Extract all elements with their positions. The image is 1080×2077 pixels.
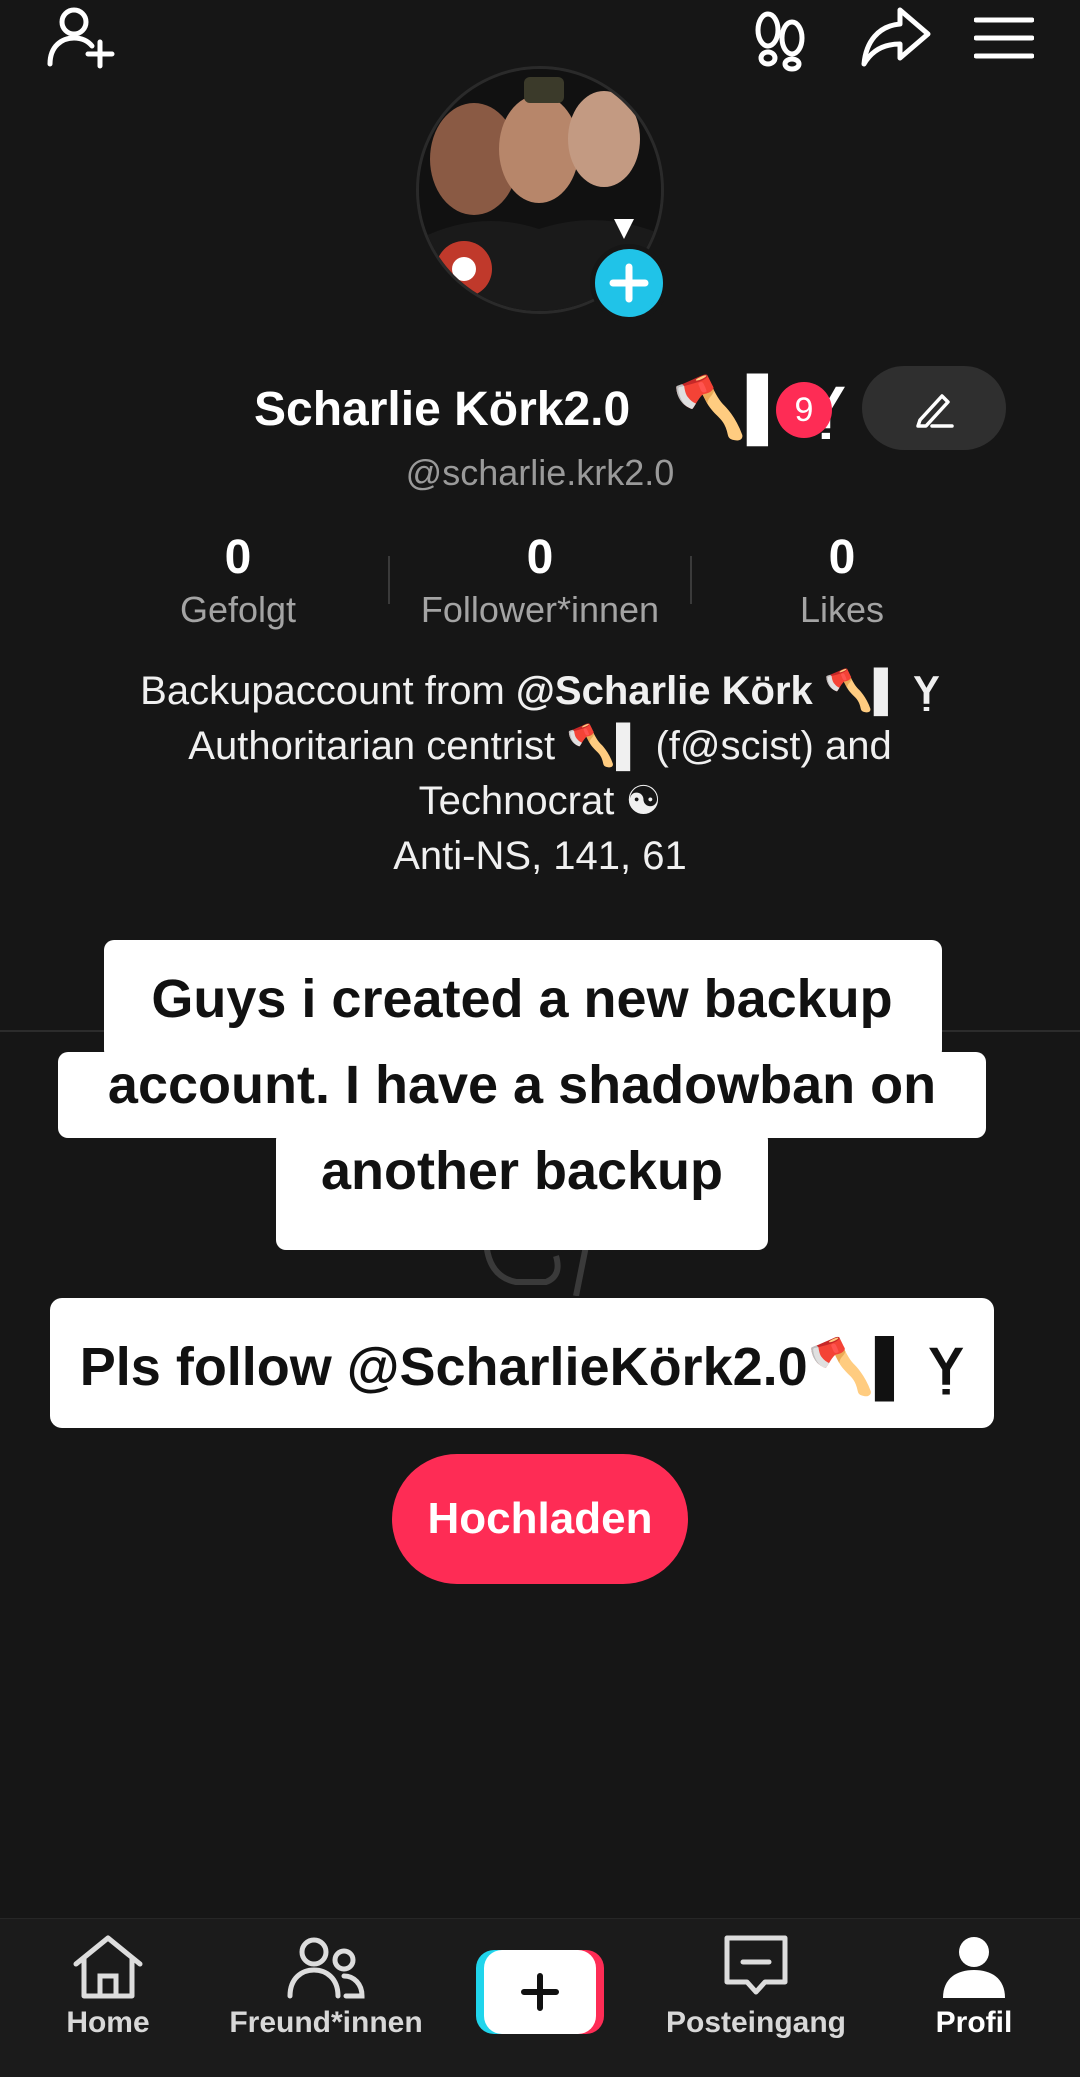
bio-mention[interactable]: @Scharlie Körk 🪓▌ Ỵ: [516, 669, 940, 713]
nav-inbox[interactable]: Posteingang: [640, 1934, 872, 2040]
pencil-icon: [916, 394, 954, 428]
edit-profile-button[interactable]: [862, 366, 1006, 450]
bio-line: Backupaccount from @Scharlie Körk 🪓▌ Ỵ: [90, 664, 990, 719]
nav-label: Posteingang: [665, 2006, 846, 2039]
share-icon: [861, 7, 931, 67]
stat-following[interactable]: 0 Gefolgt: [118, 530, 358, 634]
inbox-message-icon: [724, 1935, 788, 1995]
bio-text: Backupaccount from: [140, 669, 516, 713]
bio-line: Technocrat ☯: [418, 779, 662, 823]
nav-friends[interactable]: Freund*innen: [206, 1934, 446, 2040]
stat-divider: [690, 556, 692, 604]
upload-button[interactable]: Hochladen: [392, 1454, 688, 1584]
create-button-face: [484, 1950, 596, 2034]
plus-icon: [609, 263, 649, 303]
friends-icon: [287, 1937, 365, 1999]
stat-label: Gefolgt: [179, 589, 297, 630]
add-friend-button[interactable]: [40, 0, 120, 72]
stat-label: Follower*innen: [420, 589, 660, 630]
display-name: Scharlie Körk2.0: [254, 383, 631, 436]
menu-button[interactable]: [968, 8, 1040, 68]
stat-label: Likes: [799, 589, 885, 630]
stat-likes[interactable]: 0 Likes: [722, 530, 962, 634]
add-photo-button[interactable]: [590, 244, 668, 322]
profile-bio: Backupaccount from @Scharlie Körk 🪓▌ Ỵ A…: [90, 664, 990, 884]
footprint-icon: [755, 11, 805, 72]
username: @scharlie.krk2.0: [405, 452, 675, 493]
caption-line: another backup: [320, 1141, 724, 1201]
hamburger-menu-icon: [974, 17, 1034, 59]
profile-icon: [943, 1937, 1005, 1998]
notification-badge[interactable]: 9: [776, 382, 832, 438]
profile-views-button[interactable]: [748, 4, 812, 76]
nav-label: Profil: [935, 2006, 1013, 2039]
home-icon: [73, 1935, 143, 1999]
stat-value: 0: [224, 531, 252, 584]
bio-line: Authoritarian centrist 🪓▌ (f@scist) and: [188, 724, 892, 768]
nav-label: Home: [66, 2006, 150, 2039]
stat-divider: [388, 556, 390, 604]
stat-value: 0: [828, 531, 856, 584]
create-post-button[interactable]: [476, 1950, 604, 2034]
nav-home[interactable]: Home: [38, 1934, 178, 2040]
nav-profile[interactable]: Profil: [904, 1934, 1044, 2040]
stat-value: 0: [526, 531, 554, 584]
follow-caption: Pls follow @ScharlieKörk2.0🪓▌ Ỵ: [79, 1337, 965, 1397]
caption-line: Guys i created a new backup: [151, 969, 893, 1029]
plus-icon: [521, 1973, 559, 2011]
bio-line: Anti-NS, 141, 61: [393, 834, 687, 878]
person-add-icon: [47, 7, 115, 69]
nav-label: Freund*innen: [229, 2006, 423, 2039]
stat-followers[interactable]: 0 Follower*innen: [420, 530, 660, 634]
caption-line: account. I have a shadowban on: [107, 1055, 937, 1115]
share-button[interactable]: [856, 0, 936, 72]
